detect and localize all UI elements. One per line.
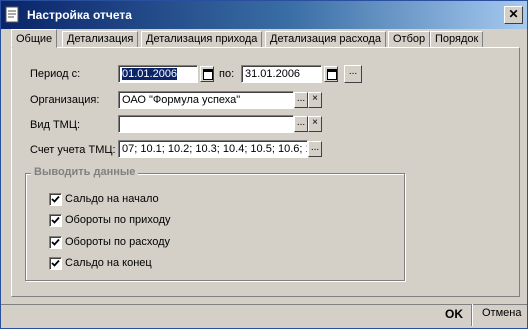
title-bar[interactable]: Настройка отчета ✕ bbox=[1, 1, 527, 29]
document-icon bbox=[5, 6, 19, 23]
tab-detail[interactable]: Детализация bbox=[62, 31, 139, 48]
tab-detail-income[interactable]: Детализация прихода bbox=[141, 31, 263, 48]
ok-button[interactable]: OK bbox=[445, 307, 463, 321]
button-separator bbox=[471, 304, 473, 326]
close-button[interactable]: ✕ bbox=[504, 6, 523, 24]
tab-detail-expense[interactable]: Детализация расхода bbox=[265, 31, 386, 48]
cancel-button[interactable]: Отмена bbox=[482, 307, 521, 319]
tab-general[interactable]: Общие bbox=[11, 29, 58, 48]
window-title: Настройка отчета bbox=[27, 8, 132, 22]
tab-filter[interactable]: Отбор bbox=[388, 31, 431, 48]
dialog-window: Настройка отчета ✕ Общие Детализация Дет… bbox=[0, 0, 528, 329]
tab-order[interactable]: Порядок bbox=[430, 31, 484, 48]
tab-panel-general bbox=[11, 47, 520, 297]
